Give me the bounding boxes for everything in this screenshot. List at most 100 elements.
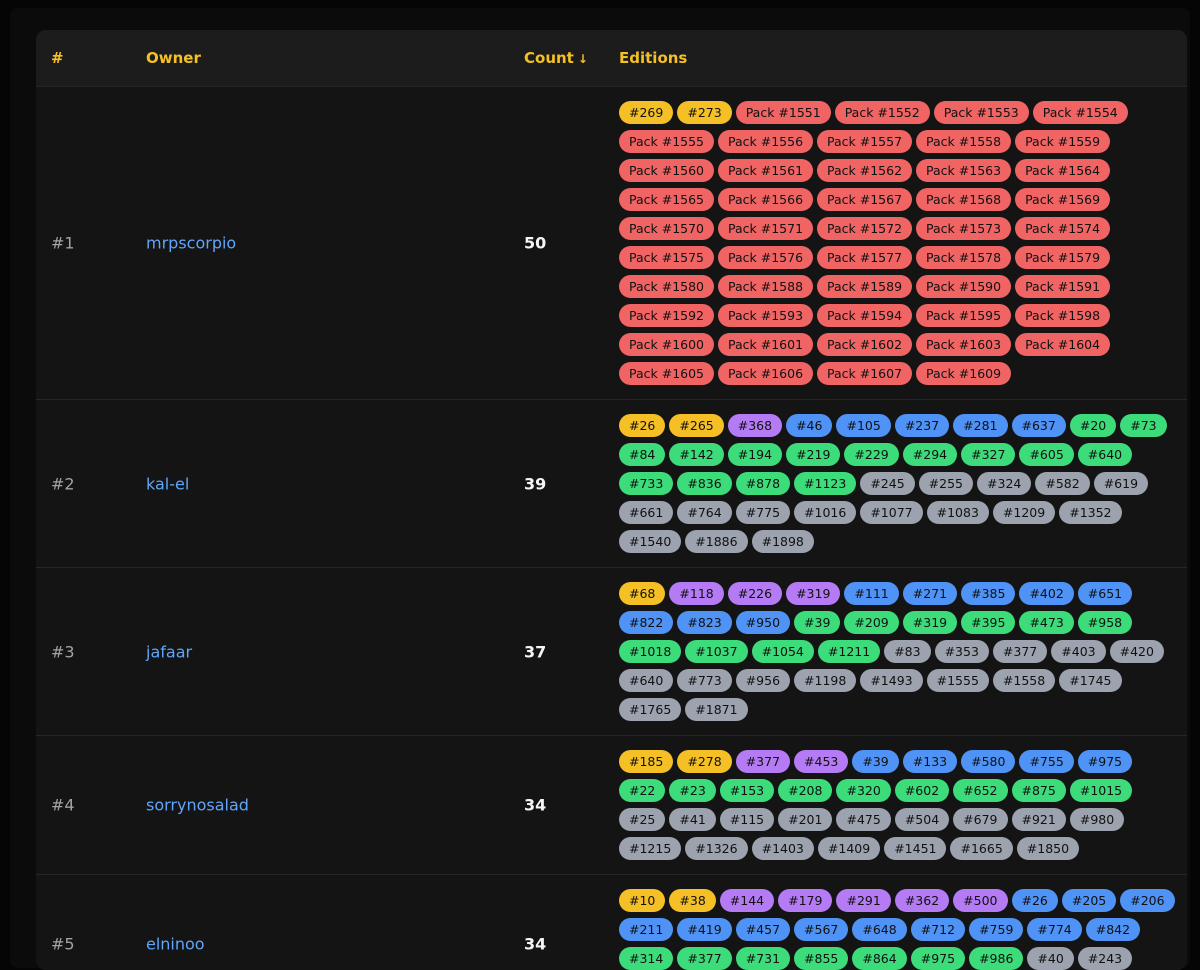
edition-tag[interactable]: #377 bbox=[677, 947, 732, 970]
edition-tag[interactable]: Pack #1593 bbox=[718, 304, 814, 327]
edition-tag[interactable]: #1451 bbox=[884, 837, 947, 860]
edition-tag[interactable]: Pack #1569 bbox=[1015, 188, 1111, 211]
edition-tag[interactable]: #759 bbox=[969, 918, 1024, 941]
edition-tag[interactable]: Pack #1571 bbox=[718, 217, 814, 240]
edition-tag[interactable]: #921 bbox=[1011, 808, 1066, 831]
edition-tag[interactable]: #115 bbox=[719, 808, 775, 831]
edition-tag[interactable]: #278 bbox=[677, 750, 732, 773]
edition-tag[interactable]: #1054 bbox=[751, 640, 814, 663]
edition-tag[interactable]: Pack #1564 bbox=[1015, 159, 1111, 182]
edition-tag[interactable]: Pack #1570 bbox=[619, 217, 715, 240]
edition-tag[interactable]: #84 bbox=[619, 443, 666, 466]
edition-tag[interactable]: Pack #1553 bbox=[933, 101, 1029, 124]
edition-tag[interactable]: #855 bbox=[794, 947, 849, 970]
edition-tag[interactable]: #206 bbox=[1120, 889, 1175, 912]
edition-tag[interactable]: #822 bbox=[619, 611, 674, 634]
edition-tag[interactable]: #453 bbox=[794, 750, 849, 773]
edition-tag[interactable]: Pack #1557 bbox=[817, 130, 913, 153]
edition-tag[interactable]: #1077 bbox=[860, 501, 923, 524]
edition-tag[interactable]: Pack #1562 bbox=[817, 159, 913, 182]
edition-tag[interactable]: #1765 bbox=[619, 698, 682, 721]
edition-tag[interactable]: Pack #1565 bbox=[619, 188, 715, 211]
edition-tag[interactable]: #1352 bbox=[1059, 501, 1122, 524]
edition-tag[interactable]: #637 bbox=[1011, 414, 1066, 437]
edition-tag[interactable]: #582 bbox=[1035, 472, 1090, 495]
edition-tag[interactable]: #842 bbox=[1085, 918, 1141, 941]
edition-tag[interactable]: Pack #1580 bbox=[619, 275, 715, 298]
edition-tag[interactable]: #39 bbox=[794, 611, 841, 634]
edition-tag[interactable]: #255 bbox=[918, 472, 974, 495]
edition-tag[interactable]: Pack #1591 bbox=[1015, 275, 1111, 298]
edition-tag[interactable]: #475 bbox=[836, 808, 891, 831]
edition-tag[interactable]: Pack #1563 bbox=[916, 159, 1012, 182]
edition-tag[interactable]: #291 bbox=[836, 889, 891, 912]
edition-tag[interactable]: Pack #1600 bbox=[619, 333, 715, 356]
edition-tag[interactable]: #731 bbox=[735, 947, 791, 970]
edition-tag[interactable]: #1326 bbox=[685, 837, 748, 860]
edition-tag[interactable]: Pack #1573 bbox=[916, 217, 1012, 240]
edition-tag[interactable]: #640 bbox=[619, 669, 674, 692]
edition-tag[interactable]: #320 bbox=[836, 779, 891, 802]
header-count-sort[interactable]: Count ↓ bbox=[524, 30, 588, 86]
edition-tag[interactable]: #26 bbox=[1011, 889, 1058, 912]
edition-tag[interactable]: #395 bbox=[961, 611, 1016, 634]
edition-tag[interactable]: #38 bbox=[669, 889, 716, 912]
edition-tag[interactable]: Pack #1606 bbox=[718, 362, 814, 385]
edition-tag[interactable]: #245 bbox=[860, 472, 915, 495]
edition-tag[interactable]: #1123 bbox=[794, 472, 857, 495]
edition-tag[interactable]: #1540 bbox=[619, 530, 682, 553]
edition-tag[interactable]: #25 bbox=[619, 808, 666, 831]
edition-tag[interactable]: #755 bbox=[1019, 750, 1074, 773]
edition-tag[interactable]: #605 bbox=[1019, 443, 1074, 466]
edition-tag[interactable]: #209 bbox=[844, 611, 899, 634]
edition-tag[interactable]: #273 bbox=[677, 101, 732, 124]
edition-tag[interactable]: Pack #1590 bbox=[916, 275, 1012, 298]
edition-tag[interactable]: #377 bbox=[735, 750, 791, 773]
edition-tag[interactable]: Pack #1558 bbox=[916, 130, 1012, 153]
edition-tag[interactable]: #385 bbox=[961, 582, 1016, 605]
header-owner[interactable]: Owner bbox=[146, 30, 201, 86]
edition-tag[interactable]: #153 bbox=[719, 779, 775, 802]
owner-link[interactable]: mrpscorpio bbox=[146, 234, 236, 253]
edition-tag[interactable]: #1198 bbox=[794, 669, 857, 692]
edition-tag[interactable]: #980 bbox=[1069, 808, 1125, 831]
edition-tag[interactable]: Pack #1555 bbox=[619, 130, 715, 153]
edition-tag[interactable]: #1215 bbox=[619, 837, 682, 860]
edition-tag[interactable]: #1211 bbox=[817, 640, 881, 663]
edition-tag[interactable]: Pack #1577 bbox=[817, 246, 913, 269]
edition-tag[interactable]: #986 bbox=[969, 947, 1024, 970]
edition-tag[interactable]: #39 bbox=[852, 750, 899, 773]
edition-tag[interactable]: #875 bbox=[1011, 779, 1066, 802]
edition-tag[interactable]: #23 bbox=[669, 779, 716, 802]
edition-tag[interactable]: #281 bbox=[953, 414, 1008, 437]
edition-tag[interactable]: #205 bbox=[1061, 889, 1117, 912]
edition-tag[interactable]: #327 bbox=[961, 443, 1016, 466]
edition-tag[interactable]: Pack #1575 bbox=[619, 246, 715, 269]
edition-tag[interactable]: Pack #1578 bbox=[916, 246, 1012, 269]
edition-tag[interactable]: #229 bbox=[844, 443, 899, 466]
edition-tag[interactable]: #269 bbox=[619, 101, 674, 124]
edition-tag[interactable]: #319 bbox=[786, 582, 841, 605]
edition-tag[interactable]: #10 bbox=[619, 889, 666, 912]
edition-tag[interactable]: #1871 bbox=[685, 698, 748, 721]
edition-tag[interactable]: Pack #1579 bbox=[1015, 246, 1111, 269]
edition-tag[interactable]: #362 bbox=[894, 889, 950, 912]
edition-tag[interactable]: #712 bbox=[910, 918, 966, 941]
edition-tag[interactable]: #1555 bbox=[926, 669, 989, 692]
edition-tag[interactable]: #864 bbox=[852, 947, 907, 970]
edition-tag[interactable]: #836 bbox=[677, 472, 732, 495]
edition-tag[interactable]: #1665 bbox=[950, 837, 1013, 860]
edition-tag[interactable]: Pack #1602 bbox=[817, 333, 913, 356]
edition-tag[interactable]: Pack #1604 bbox=[1015, 333, 1111, 356]
edition-tag[interactable]: #142 bbox=[669, 443, 724, 466]
edition-tag[interactable]: Pack #1572 bbox=[817, 217, 913, 240]
edition-tag[interactable]: Pack #1601 bbox=[718, 333, 814, 356]
edition-tag[interactable]: #179 bbox=[778, 889, 833, 912]
edition-tag[interactable]: #679 bbox=[953, 808, 1008, 831]
edition-tag[interactable]: #219 bbox=[786, 443, 841, 466]
edition-tag[interactable]: #1083 bbox=[926, 501, 989, 524]
edition-tag[interactable]: #111 bbox=[844, 582, 899, 605]
edition-tag[interactable]: #377 bbox=[992, 640, 1048, 663]
edition-tag[interactable]: Pack #1605 bbox=[619, 362, 715, 385]
edition-tag[interactable]: #504 bbox=[894, 808, 950, 831]
